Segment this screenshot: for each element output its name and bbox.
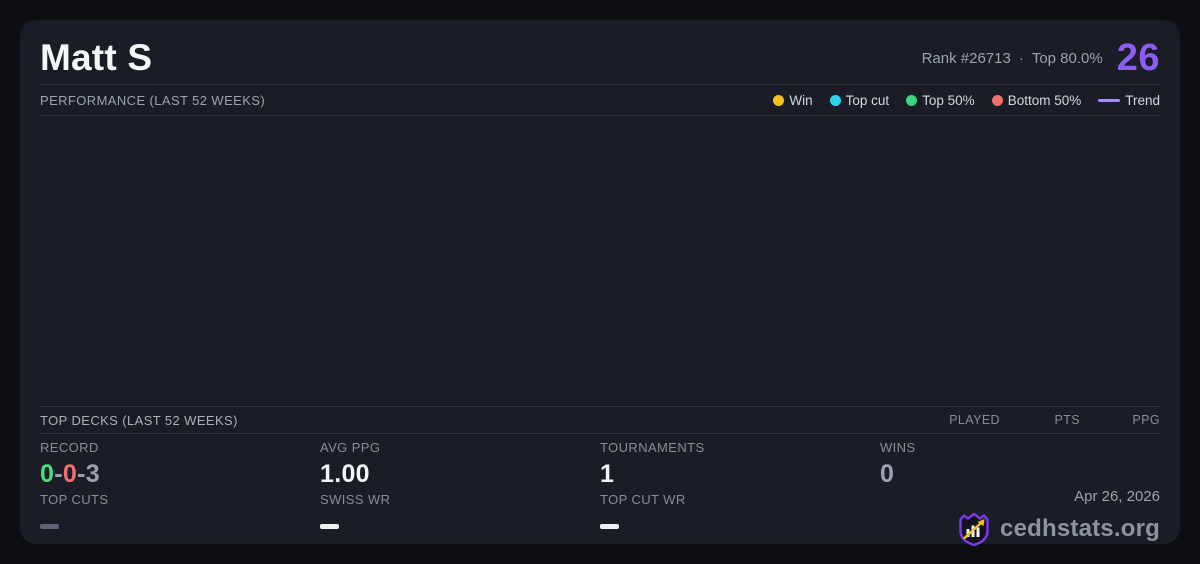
stat-top-cut-wr: TOP CUT WR [600, 492, 880, 529]
top-cuts-empty-dash [40, 524, 59, 529]
stat-label: TOURNAMENTS [600, 440, 880, 455]
legend-item-bottom50: Bottom 50% [992, 93, 1082, 108]
legend-item-win: Win [773, 93, 812, 108]
wins-value: 0 [880, 460, 1160, 489]
stat-top-cuts: TOP CUTS [40, 492, 320, 529]
swiss-wr-empty-dash [320, 524, 339, 529]
header-right: Rank #26713 · Top 80.0% 26 [922, 37, 1160, 80]
player-name: Matt S [40, 37, 152, 79]
legend-item-trend: Trend [1098, 93, 1160, 108]
rank-label: Rank #26713 [922, 50, 1011, 67]
column-header-ppg: PPG [1080, 413, 1160, 427]
legend-label: Top cut [846, 93, 890, 108]
rank-line: Rank #26713 · Top 80.0% [922, 50, 1103, 67]
legend-label: Bottom 50% [1008, 93, 1082, 108]
cedhstats-shield-logo-icon [956, 511, 992, 547]
top-decks-header-row: TOP DECKS (LAST 52 WEEKS) PLAYED PTS PPG [40, 406, 1160, 434]
top-decks-columns: PLAYED PTS PPG [920, 413, 1160, 427]
column-header-played: PLAYED [920, 413, 1000, 427]
performance-chart-area [40, 116, 1160, 406]
top-decks-section-title: TOP DECKS (LAST 52 WEEKS) [40, 413, 238, 428]
stat-tournaments: TOURNAMENTS 1 [600, 440, 880, 489]
stat-label: WINS [880, 440, 1160, 455]
footer-branding: Apr 26, 2026 cedhstats.org [880, 488, 1160, 547]
legend-item-top50: Top 50% [906, 93, 975, 108]
avg-ppg-value: 1.00 [320, 460, 600, 489]
stat-label: TOP CUTS [40, 492, 320, 507]
stat-label: RECORD [40, 440, 320, 455]
bottom50-dot-icon [992, 95, 1003, 106]
brand-name: cedhstats.org [1000, 515, 1160, 543]
record-wins: 0 [40, 460, 54, 488]
record-value: 0-0-3 [40, 460, 320, 489]
stat-label: SWISS WR [320, 492, 600, 507]
top-percent-label: Top 80.0% [1032, 50, 1103, 67]
stat-record: RECORD 0-0-3 [40, 440, 320, 489]
score-value: 26 [1117, 37, 1160, 80]
top50-dot-icon [906, 95, 917, 106]
generated-date: Apr 26, 2026 [1074, 488, 1160, 505]
performance-section-title: PERFORMANCE (LAST 52 WEEKS) [40, 93, 265, 108]
top-cut-dot-icon [830, 95, 841, 106]
tournaments-value: 1 [600, 460, 880, 489]
top-cut-wr-empty-dash [600, 524, 619, 529]
card-header: Matt S Rank #26713 · Top 80.0% 26 [40, 32, 1160, 84]
legend-label: Trend [1125, 93, 1160, 108]
record-sep: - [77, 460, 86, 488]
trend-line-icon [1098, 99, 1120, 102]
rank-separator-dot: · [1019, 50, 1024, 67]
legend-label: Win [789, 93, 812, 108]
chart-legend: Win Top cut Top 50% Bottom 50% Trend [773, 93, 1160, 108]
performance-header-row: PERFORMANCE (LAST 52 WEEKS) Win Top cut … [40, 85, 1160, 115]
stat-wins: WINS 0 [880, 440, 1160, 489]
stat-swiss-wr: SWISS WR [320, 492, 600, 529]
player-stats-card: Matt S Rank #26713 · Top 80.0% 26 PERFOR… [20, 20, 1180, 544]
stat-avg-ppg: AVG PPG 1.00 [320, 440, 600, 489]
record-losses: 0 [63, 460, 77, 488]
brand-row[interactable]: cedhstats.org [956, 511, 1160, 547]
stat-label: AVG PPG [320, 440, 600, 455]
legend-label: Top 50% [922, 93, 975, 108]
column-header-pts: PTS [1000, 413, 1080, 427]
record-draws: 3 [86, 460, 100, 488]
legend-item-top-cut: Top cut [830, 93, 890, 108]
win-dot-icon [773, 95, 784, 106]
record-sep: - [54, 460, 63, 488]
stat-label: TOP CUT WR [600, 492, 880, 507]
